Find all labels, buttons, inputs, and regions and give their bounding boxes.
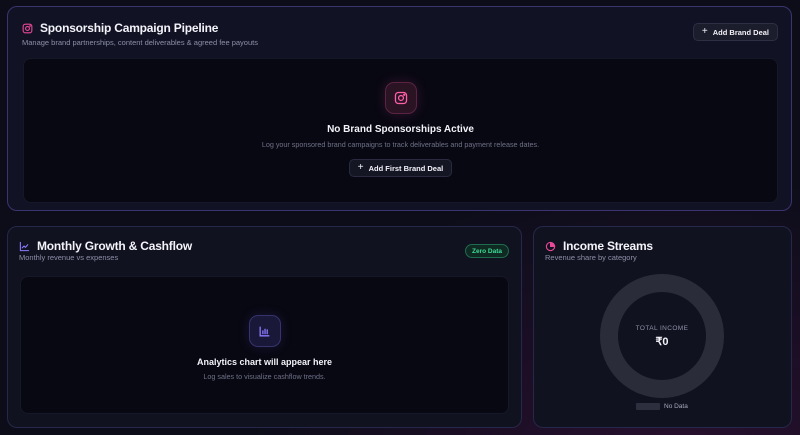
growth-empty-state: Analytics chart will appear here Log sal… <box>20 276 509 414</box>
legend-swatch <box>636 403 660 410</box>
bar-chart-icon <box>248 315 281 347</box>
income-card: Income Streams Revenue share by category… <box>533 226 792 428</box>
sponsorship-empty-state: No Brand Sponsorships Active Log your sp… <box>23 58 778 203</box>
instagram-icon <box>384 82 417 114</box>
analytics-empty-title: Analytics chart will appear here <box>196 357 333 367</box>
empty-title: No Brand Sponsorships Active <box>327 124 474 135</box>
income-legend: No Data <box>636 403 688 410</box>
add-first-brand-deal-label: Add First Brand Deal <box>368 163 444 173</box>
growth-title: Monthly Growth & Cashflow <box>37 239 192 253</box>
total-income-label: TOTAL INCOME <box>635 324 689 332</box>
add-brand-deal-button[interactable]: + Add Brand Deal <box>692 23 778 41</box>
line-chart-icon <box>19 241 30 252</box>
growth-card: Monthly Growth & Cashflow Monthly revenu… <box>7 226 522 428</box>
growth-subtitle: Monthly revenue vs expenses <box>19 253 119 262</box>
legend-label: No Data <box>664 403 688 410</box>
income-title: Income Streams <box>563 239 653 253</box>
total-income-value: ₹0 <box>655 335 669 348</box>
growth-header: Monthly Growth & Cashflow <box>19 239 192 253</box>
plus-icon: + <box>357 162 364 173</box>
empty-subtitle: Log your sponsored brand campaigns to tr… <box>261 140 540 149</box>
zero-data-badge: Zero Data <box>465 244 509 258</box>
add-brand-deal-label: Add Brand Deal <box>712 27 769 37</box>
add-first-brand-deal-button[interactable]: + Add First Brand Deal <box>348 159 453 177</box>
sponsorship-header: Sponsorship Campaign Pipeline <box>22 21 218 35</box>
analytics-empty-subtitle: Log sales to visualize cashflow trends. <box>203 372 326 381</box>
sponsorship-title: Sponsorship Campaign Pipeline <box>40 21 219 35</box>
pie-chart-icon <box>545 241 556 252</box>
sponsorship-card: Sponsorship Campaign Pipeline Manage bra… <box>7 6 792 211</box>
income-donut-chart: TOTAL INCOME ₹0 <box>598 272 726 400</box>
income-header: Income Streams <box>545 239 653 253</box>
plus-icon: + <box>701 26 708 37</box>
income-subtitle: Revenue share by category <box>545 253 637 262</box>
instagram-icon <box>22 23 33 34</box>
sponsorship-subtitle: Manage brand partnerships, content deliv… <box>22 38 258 47</box>
